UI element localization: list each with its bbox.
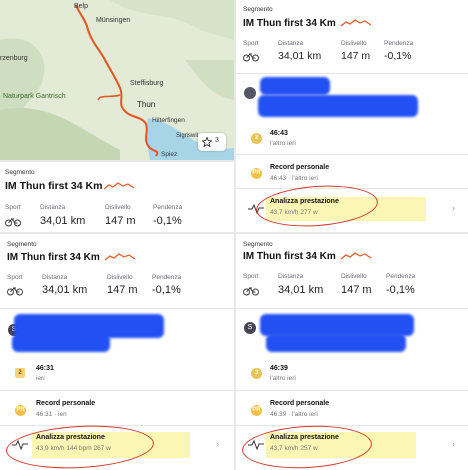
bike-icon [7,287,23,296]
stat-head-distance: Distanza [42,274,68,281]
segment-label: Segmento [5,169,35,176]
stat-elevation: 147 m [341,50,371,62]
stat-head-elevation: Dislivello [341,273,367,280]
redacted-username [258,95,418,117]
chevron-right-icon[interactable]: › [452,203,455,213]
map-town-sigriswil: Sigriswil [176,133,199,139]
map-town-munsingen: Münsingen [96,17,131,24]
bike-icon [5,218,21,227]
map-town-thun: Thun [137,100,156,109]
elevation-sparkline-icon [340,19,372,27]
stat-grade: -0,1% [152,284,181,296]
rank-medal-icon: 2 [251,133,262,144]
highlight-circle [5,422,155,470]
effort-panel-bottom-right[interactable]: Segmento IM Thun first 34 Km Sport Dista… [236,234,468,470]
pr-badge-icon: PR [251,405,262,416]
stat-head-sport: Sport [243,40,259,47]
pr-subtitle: 46:43 · l'altro ieri [270,175,318,182]
map-panel[interactable]: Belp Münsingen rzenburg Steffisburg Thun… [0,0,234,160]
segment-title: IM Thun first 34 Km [5,180,103,192]
stat-head-grade: Pendenza [153,204,183,211]
effort-time: 46:39 [270,365,288,372]
map-town-rzenburg: rzenburg [0,55,28,62]
stat-head-grade: Pendenza [152,274,182,281]
pr-badge-icon: PR [251,168,262,179]
pr-title: Record personale [36,400,96,407]
rank-cup-icon: 2 [15,368,25,378]
star-icon [202,137,212,147]
segment-title: IM Thun first 34 Km [7,252,100,263]
redacted-username [12,334,110,352]
stat-head-elevation: Dislivello [107,274,133,281]
photo-count-badge[interactable]: 3 [198,133,226,151]
stat-grade: -0,1% [153,215,182,227]
stat-grade: -0,1% [386,284,415,296]
stat-head-distance: Distanza [40,204,66,211]
segment-label: Segmento [243,241,273,248]
stat-head-grade: Pendenza [384,40,414,47]
stat-distance: 34,01 km [42,284,88,296]
pr-subtitle: 46:39 · l'altro ieri [270,411,318,418]
map-town-steffisburg: Steffisburg [130,80,164,87]
effort-time: 46:43 [270,130,288,137]
highlight-circle [240,422,374,470]
redacted-username [266,334,406,352]
map-town-spiez: Spiez [161,151,178,158]
highlight-circle [254,181,380,231]
stat-head-sport: Sport [7,274,23,281]
effort-when: l'altro ieri [270,140,296,147]
segment-label: Segmento [7,241,37,248]
rank-medal-icon: 3 [251,368,262,379]
segment-label: Segmento [243,6,273,13]
effort-when: l'altro ieri [270,375,296,382]
elevation-sparkline-icon [103,182,135,190]
stat-head-grade: Pendenza [386,273,416,280]
stat-head-distance: Distanza [278,40,304,47]
stat-head-sport: Sport [5,204,21,211]
map-town-hilterfingen: Hilterfingen [152,117,185,124]
bike-icon [243,53,259,62]
avatar[interactable] [244,87,256,99]
segment-card[interactable]: Segmento IM Thun first 34 Km Sport Dista… [0,162,234,232]
stat-head-sport: Sport [243,273,259,280]
stat-elevation: 147 m [107,284,138,296]
pr-title: Record personale [270,164,330,171]
segment-title: IM Thun first 34 Km [243,251,336,262]
bike-icon [243,287,259,296]
chevron-right-icon[interactable]: › [216,439,219,449]
effort-when: ieri [36,375,45,382]
segment-title: IM Thun first 34 Km [243,18,336,29]
stat-head-elevation: Dislivello [341,40,367,47]
chevron-right-icon[interactable]: › [452,439,455,449]
effort-panel-bottom-left[interactable]: Segmento IM Thun first 34 Km Sport Dista… [0,234,234,470]
pr-title: Record personale [270,400,330,407]
stat-elevation: 147 m [105,215,136,227]
stat-distance: 34,01 km [278,284,324,296]
stat-distance: 34,01 km [278,50,322,62]
stat-distance: 34,01 km [40,215,86,227]
elevation-sparkline-icon [104,253,136,261]
effort-panel-top-right[interactable]: Segmento IM Thun first 34 Km Sport Dista… [236,0,468,232]
pr-badge-icon: PR [15,405,26,416]
stat-grade: -0,1% [384,50,412,62]
photo-count: 3 [215,137,219,144]
pr-subtitle: 46:31 · ieri [36,411,67,418]
map-town-belp: Belp [74,3,89,10]
avatar[interactable]: S [244,322,256,334]
redacted-username [260,314,414,336]
stat-head-elevation: Dislivello [105,204,131,211]
stat-elevation: 147 m [341,284,372,296]
redacted-username [260,77,330,95]
map-park-label: Naturpark Gantrisch [3,93,66,100]
stat-head-distance: Distanza [278,273,304,280]
effort-time: 46:31 [36,365,54,372]
elevation-sparkline-icon [340,252,372,260]
